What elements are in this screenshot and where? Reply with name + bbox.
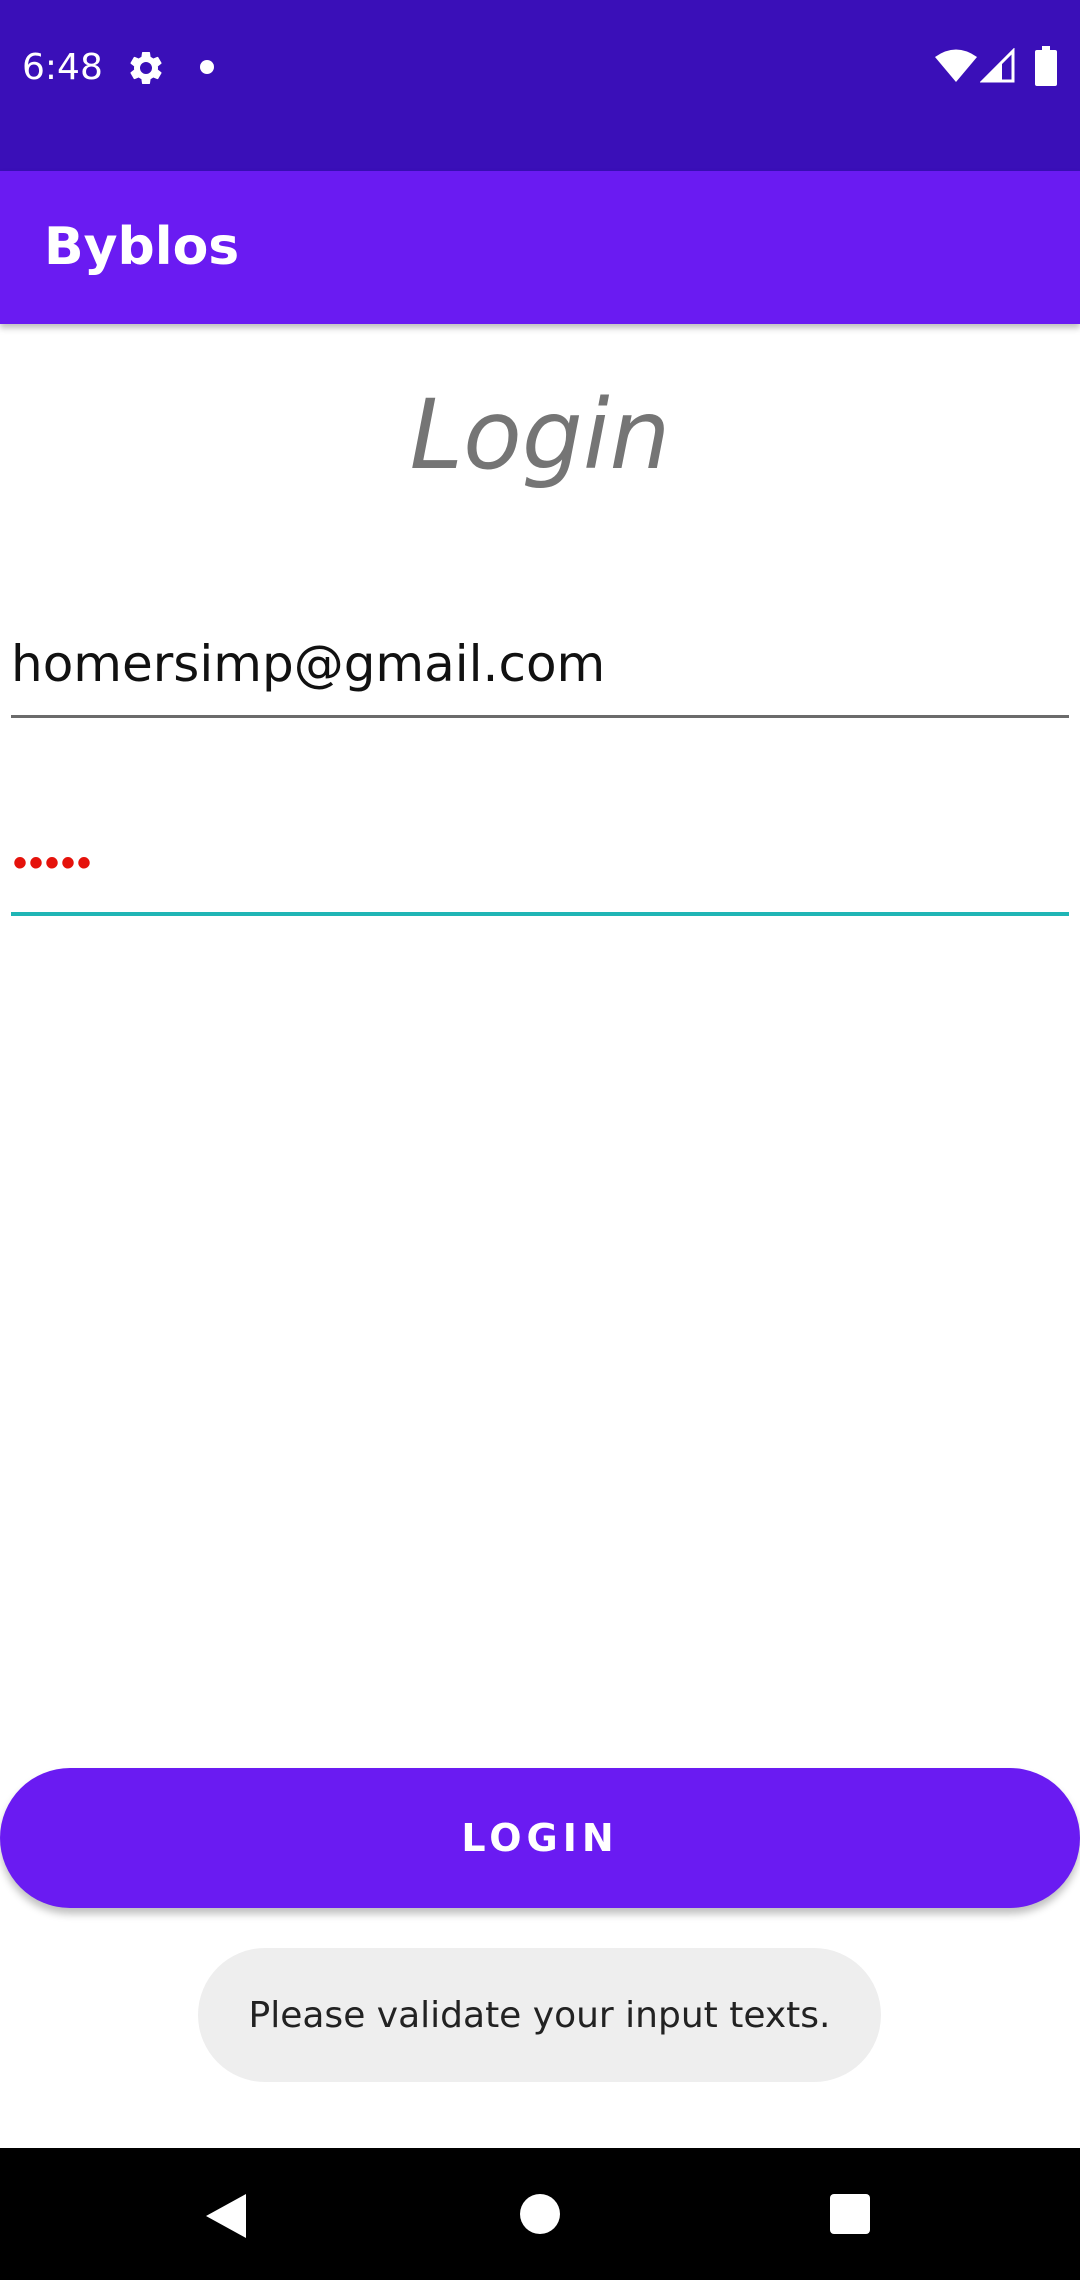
notification-dot-icon — [200, 60, 214, 74]
gear-icon — [130, 51, 162, 84]
recents-icon[interactable] — [830, 2194, 870, 2234]
toast-text: Please validate your input texts. — [248, 1994, 831, 2036]
nav-bar — [0, 2148, 1080, 2280]
password-mask: ••••• — [13, 841, 94, 885]
back-icon[interactable] — [204, 2192, 248, 2240]
toast-message: Please validate your input texts. — [198, 1948, 881, 2082]
password-field[interactable]: ••••• — [11, 800, 1069, 916]
home-icon[interactable] — [520, 2194, 560, 2234]
signal-icon — [980, 48, 1015, 83]
login-screen: 6:48 Byblos Login ••••• LOGIN Please val… — [0, 0, 1080, 2280]
wifi-icon — [935, 49, 977, 82]
email-field[interactable] — [11, 612, 1069, 718]
status-bar: 6:48 — [0, 0, 1080, 171]
login-button[interactable]: LOGIN — [0, 1768, 1080, 1908]
app-title: Byblos — [44, 217, 240, 277]
app-bar: Byblos — [0, 171, 1080, 324]
login-heading: Login — [409, 379, 671, 491]
status-time: 6:48 — [22, 47, 103, 88]
battery-icon — [1035, 46, 1057, 86]
